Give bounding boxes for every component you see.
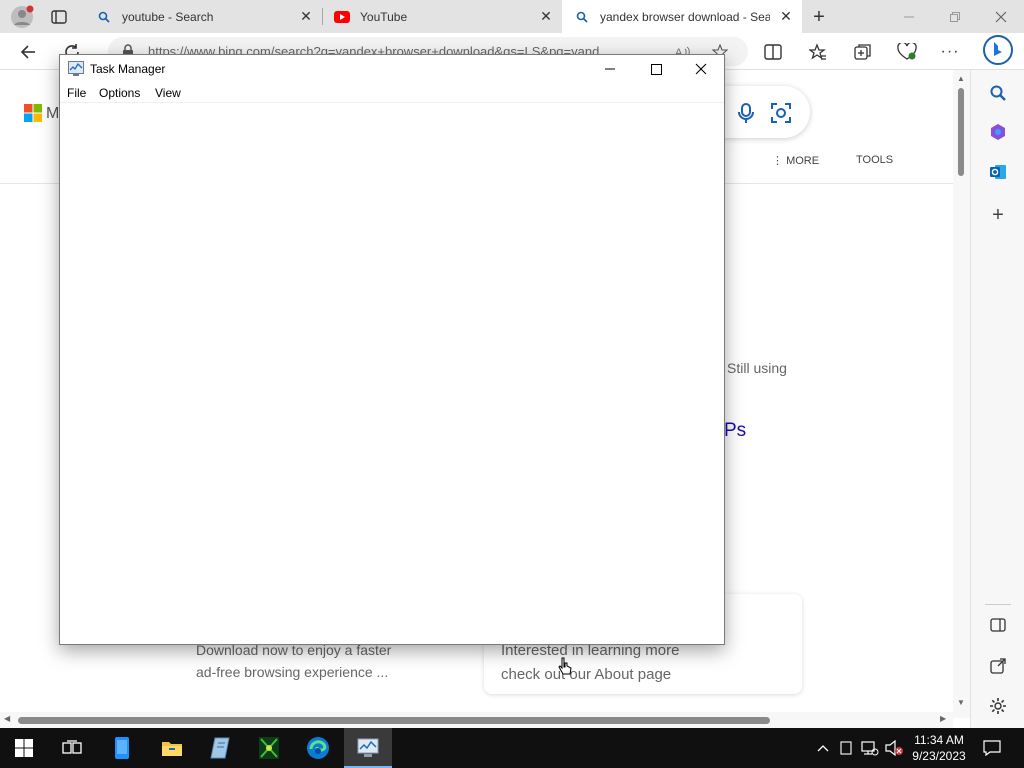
search-icon xyxy=(96,9,112,25)
outlook-icon[interactable] xyxy=(985,159,1011,185)
notifications-icon[interactable] xyxy=(978,728,1006,768)
search-icon[interactable] xyxy=(985,80,1011,106)
maximize-button[interactable] xyxy=(633,55,679,83)
tab-yandex-search[interactable]: yandex browser download - Sea ✕ xyxy=(562,0,802,33)
tab-title: youtube - Search xyxy=(122,9,214,24)
collections-icon[interactable] xyxy=(849,38,877,66)
menu-view[interactable]: View xyxy=(155,86,181,100)
task-manager-window[interactable]: Task Manager File Options View xyxy=(59,54,725,645)
profile-avatar[interactable] xyxy=(10,5,34,29)
more-options-icon[interactable]: ··· xyxy=(936,38,964,66)
result-title-fragment[interactable]: Ps xyxy=(724,420,746,442)
horizontal-scroll-thumb[interactable] xyxy=(18,717,770,724)
new-tab-button[interactable]: + xyxy=(808,6,830,28)
more-dots-icon: ⋮ xyxy=(772,155,787,167)
favorites-icon[interactable] xyxy=(804,38,832,66)
settings-gear-icon[interactable] xyxy=(985,693,1011,719)
scroll-down-icon[interactable]: ▼ xyxy=(957,698,965,707)
task-manager-titlebar[interactable]: Task Manager xyxy=(60,55,724,83)
task-manager-icon xyxy=(68,61,84,79)
start-button[interactable] xyxy=(0,728,48,768)
scroll-right-icon[interactable]: ▶ xyxy=(940,714,946,723)
clock-time: 11:34 AM xyxy=(914,733,964,747)
system-clock[interactable]: 11:34 AM 9/23/2023 xyxy=(906,732,972,764)
logo-letter: M xyxy=(46,105,60,122)
copilot-icon[interactable] xyxy=(982,34,1014,66)
hide-sidebar-icon[interactable] xyxy=(985,612,1011,638)
game-app-icon[interactable] xyxy=(245,728,293,768)
vertical-scrollbar[interactable]: ▲ ▼ xyxy=(953,70,970,718)
task-manager-content xyxy=(60,104,724,644)
tab-youtube-search[interactable]: youtube - Search ✕ xyxy=(84,0,322,33)
phone-link-icon[interactable] xyxy=(98,728,146,768)
browser-tab-strip: youtube - Search ✕ YouTube ✕ yandex brow… xyxy=(0,0,1024,33)
tab-title: YouTube xyxy=(360,9,408,24)
nav-more[interactable]: ⋮ MORE xyxy=(772,154,819,167)
minimize-button[interactable] xyxy=(587,55,633,83)
close-tab-icon[interactable]: ✕ xyxy=(778,8,794,24)
task-manager-title: Task Manager xyxy=(90,62,166,76)
add-icon[interactable]: + xyxy=(985,202,1011,228)
split-screen-icon[interactable] xyxy=(759,38,787,66)
card-right-line2[interactable]: check out our About page xyxy=(501,666,671,683)
visual-search-icon[interactable] xyxy=(770,102,792,127)
search-icon xyxy=(574,9,590,25)
tab-actions-icon[interactable] xyxy=(50,8,68,26)
close-tab-icon[interactable]: ✕ xyxy=(538,8,554,24)
clock-date: 9/23/2023 xyxy=(912,749,966,763)
browser-essentials-icon[interactable] xyxy=(893,38,921,66)
menu-options[interactable]: Options xyxy=(99,86,140,100)
notes-app-icon[interactable] xyxy=(196,728,244,768)
sidebar-divider xyxy=(985,604,1011,605)
restore-browser-button[interactable] xyxy=(932,0,978,33)
minimize-browser-button[interactable] xyxy=(886,0,932,33)
horizontal-scrollbar[interactable]: ◀ ▶ xyxy=(0,712,953,728)
vertical-scroll-thumb[interactable] xyxy=(958,88,964,176)
volume-muted-icon[interactable] xyxy=(882,728,906,768)
microsoft-logo xyxy=(24,104,42,122)
close-tab-icon[interactable]: ✕ xyxy=(298,8,314,24)
edge-sidebar: + xyxy=(970,70,1024,728)
windows-taskbar: 11:34 AM 9/23/2023 xyxy=(0,728,1024,768)
close-browser-button[interactable] xyxy=(978,0,1024,33)
youtube-icon xyxy=(334,9,350,25)
task-manager-menubar: File Options View xyxy=(60,83,724,103)
scroll-up-icon[interactable]: ▲ xyxy=(957,74,965,83)
hand-cursor-icon xyxy=(558,657,572,680)
nav-tools[interactable]: TOOLS xyxy=(856,154,893,166)
scroll-left-icon[interactable]: ◀ xyxy=(4,714,10,723)
tab-youtube[interactable]: YouTube ✕ xyxy=(322,0,562,33)
menu-file[interactable]: File xyxy=(67,86,86,100)
shopping-icon[interactable] xyxy=(985,119,1011,145)
microphone-icon[interactable] xyxy=(736,102,756,127)
close-button[interactable] xyxy=(678,55,724,83)
show-hidden-icons-chevron-icon[interactable] xyxy=(812,728,834,768)
edge-browser-icon[interactable] xyxy=(294,728,342,768)
network-icon[interactable] xyxy=(858,728,882,768)
card-left-line2: ad-free browsing experience ... xyxy=(196,664,389,680)
open-external-icon[interactable] xyxy=(985,653,1011,679)
tablet-icon[interactable] xyxy=(836,728,856,768)
task-manager-taskbar-icon[interactable] xyxy=(344,728,392,768)
task-view-icon[interactable] xyxy=(48,728,96,768)
back-icon[interactable] xyxy=(14,38,42,66)
snippet-text: Still using xyxy=(727,360,787,376)
tab-title: yandex browser download - Sea xyxy=(600,9,770,24)
file-explorer-icon[interactable] xyxy=(148,728,196,768)
